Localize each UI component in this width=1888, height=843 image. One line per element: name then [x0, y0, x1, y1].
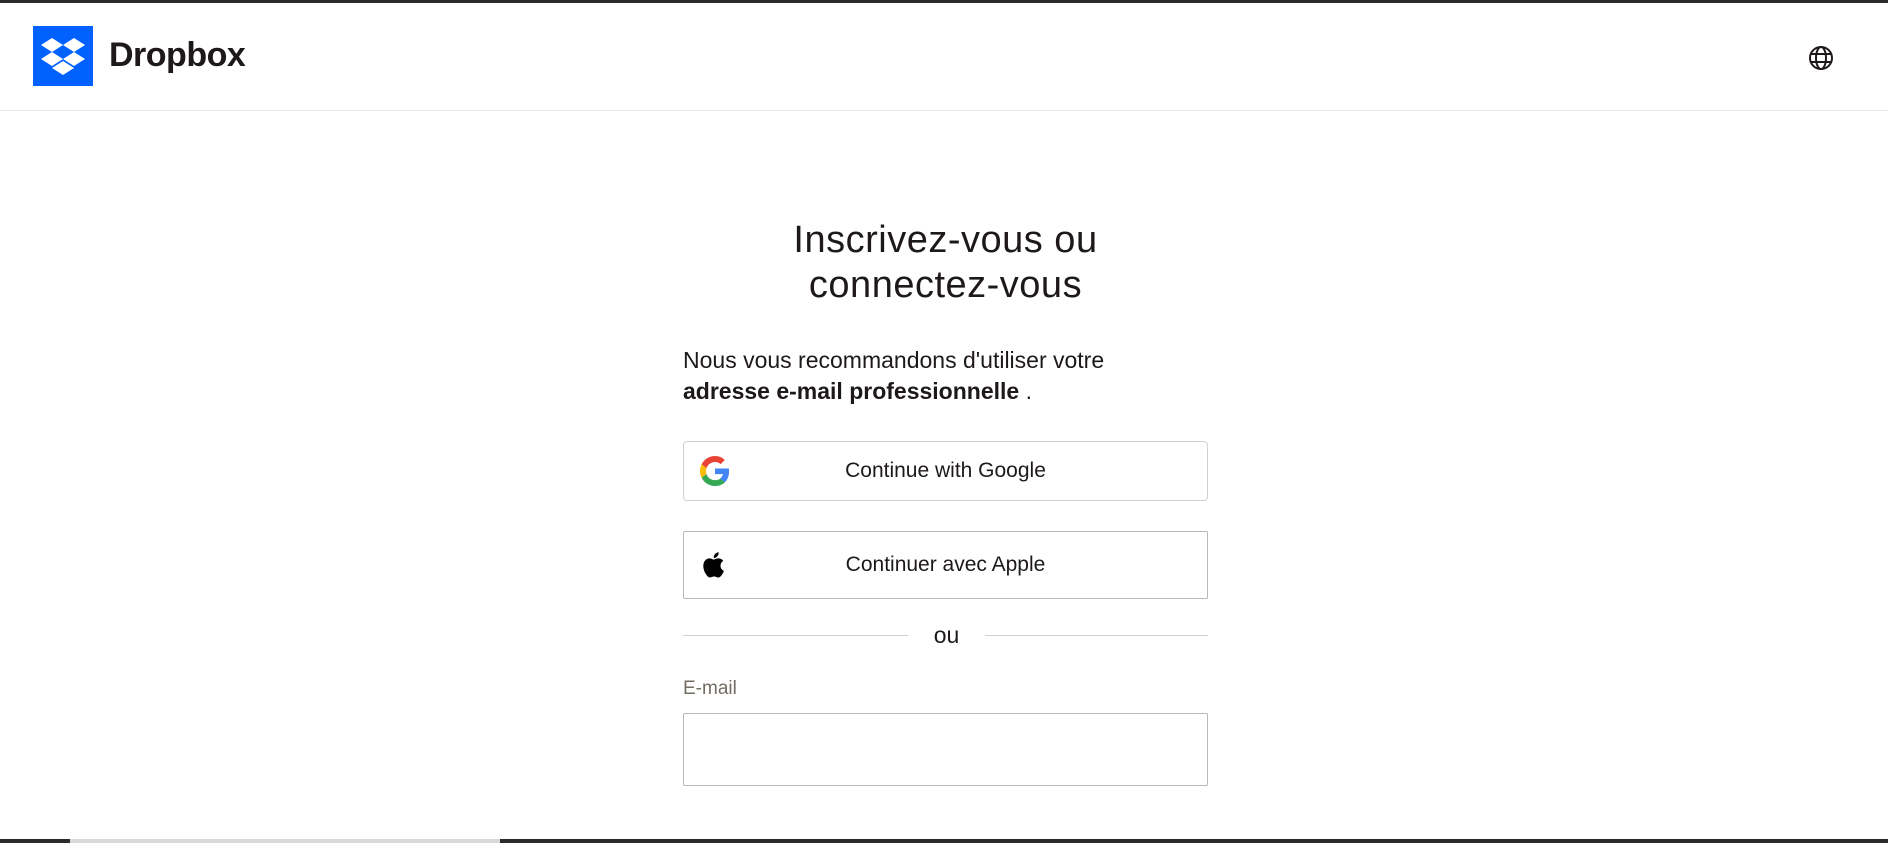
recommendation-bold: adresse e-mail professionnelle: [683, 378, 1020, 404]
continue-with-apple-button[interactable]: Continuer avec Apple: [683, 531, 1208, 599]
apple-icon: [700, 550, 730, 580]
dropbox-logo-icon[interactable]: [33, 26, 93, 86]
continue-with-google-button[interactable]: Continue with Google: [683, 441, 1208, 501]
recommendation-text: Nous vous recommandons d'utiliser votre …: [683, 345, 1208, 407]
google-icon: [700, 456, 730, 486]
title-line-1: Inscrivez-vous ou: [793, 219, 1098, 261]
email-label: E-mail: [683, 678, 737, 699]
globe-icon[interactable]: [1808, 45, 1834, 71]
recommendation-regular: Nous vous recommandons d'utiliser votre: [683, 347, 1105, 373]
divider-line-right: [985, 635, 1208, 636]
title-line-2: connectez-vous: [808, 264, 1083, 306]
top-header: Dropbox: [0, 3, 1888, 111]
or-divider: ou: [683, 620, 1208, 650]
page-title: Inscrivez-vous ou connectez-vous: [683, 218, 1208, 308]
google-button-label: Continue with Google: [845, 459, 1046, 482]
window-bottom-border: [0, 839, 1888, 843]
divider-text: ou: [933, 622, 960, 648]
divider-line-left: [683, 635, 908, 636]
apple-button-label: Continuer avec Apple: [845, 553, 1046, 576]
recommendation-end: .: [1019, 378, 1032, 404]
brand-name[interactable]: Dropbox: [109, 33, 246, 77]
email-field[interactable]: [683, 713, 1208, 786]
horizontal-scrollbar[interactable]: [70, 839, 500, 843]
